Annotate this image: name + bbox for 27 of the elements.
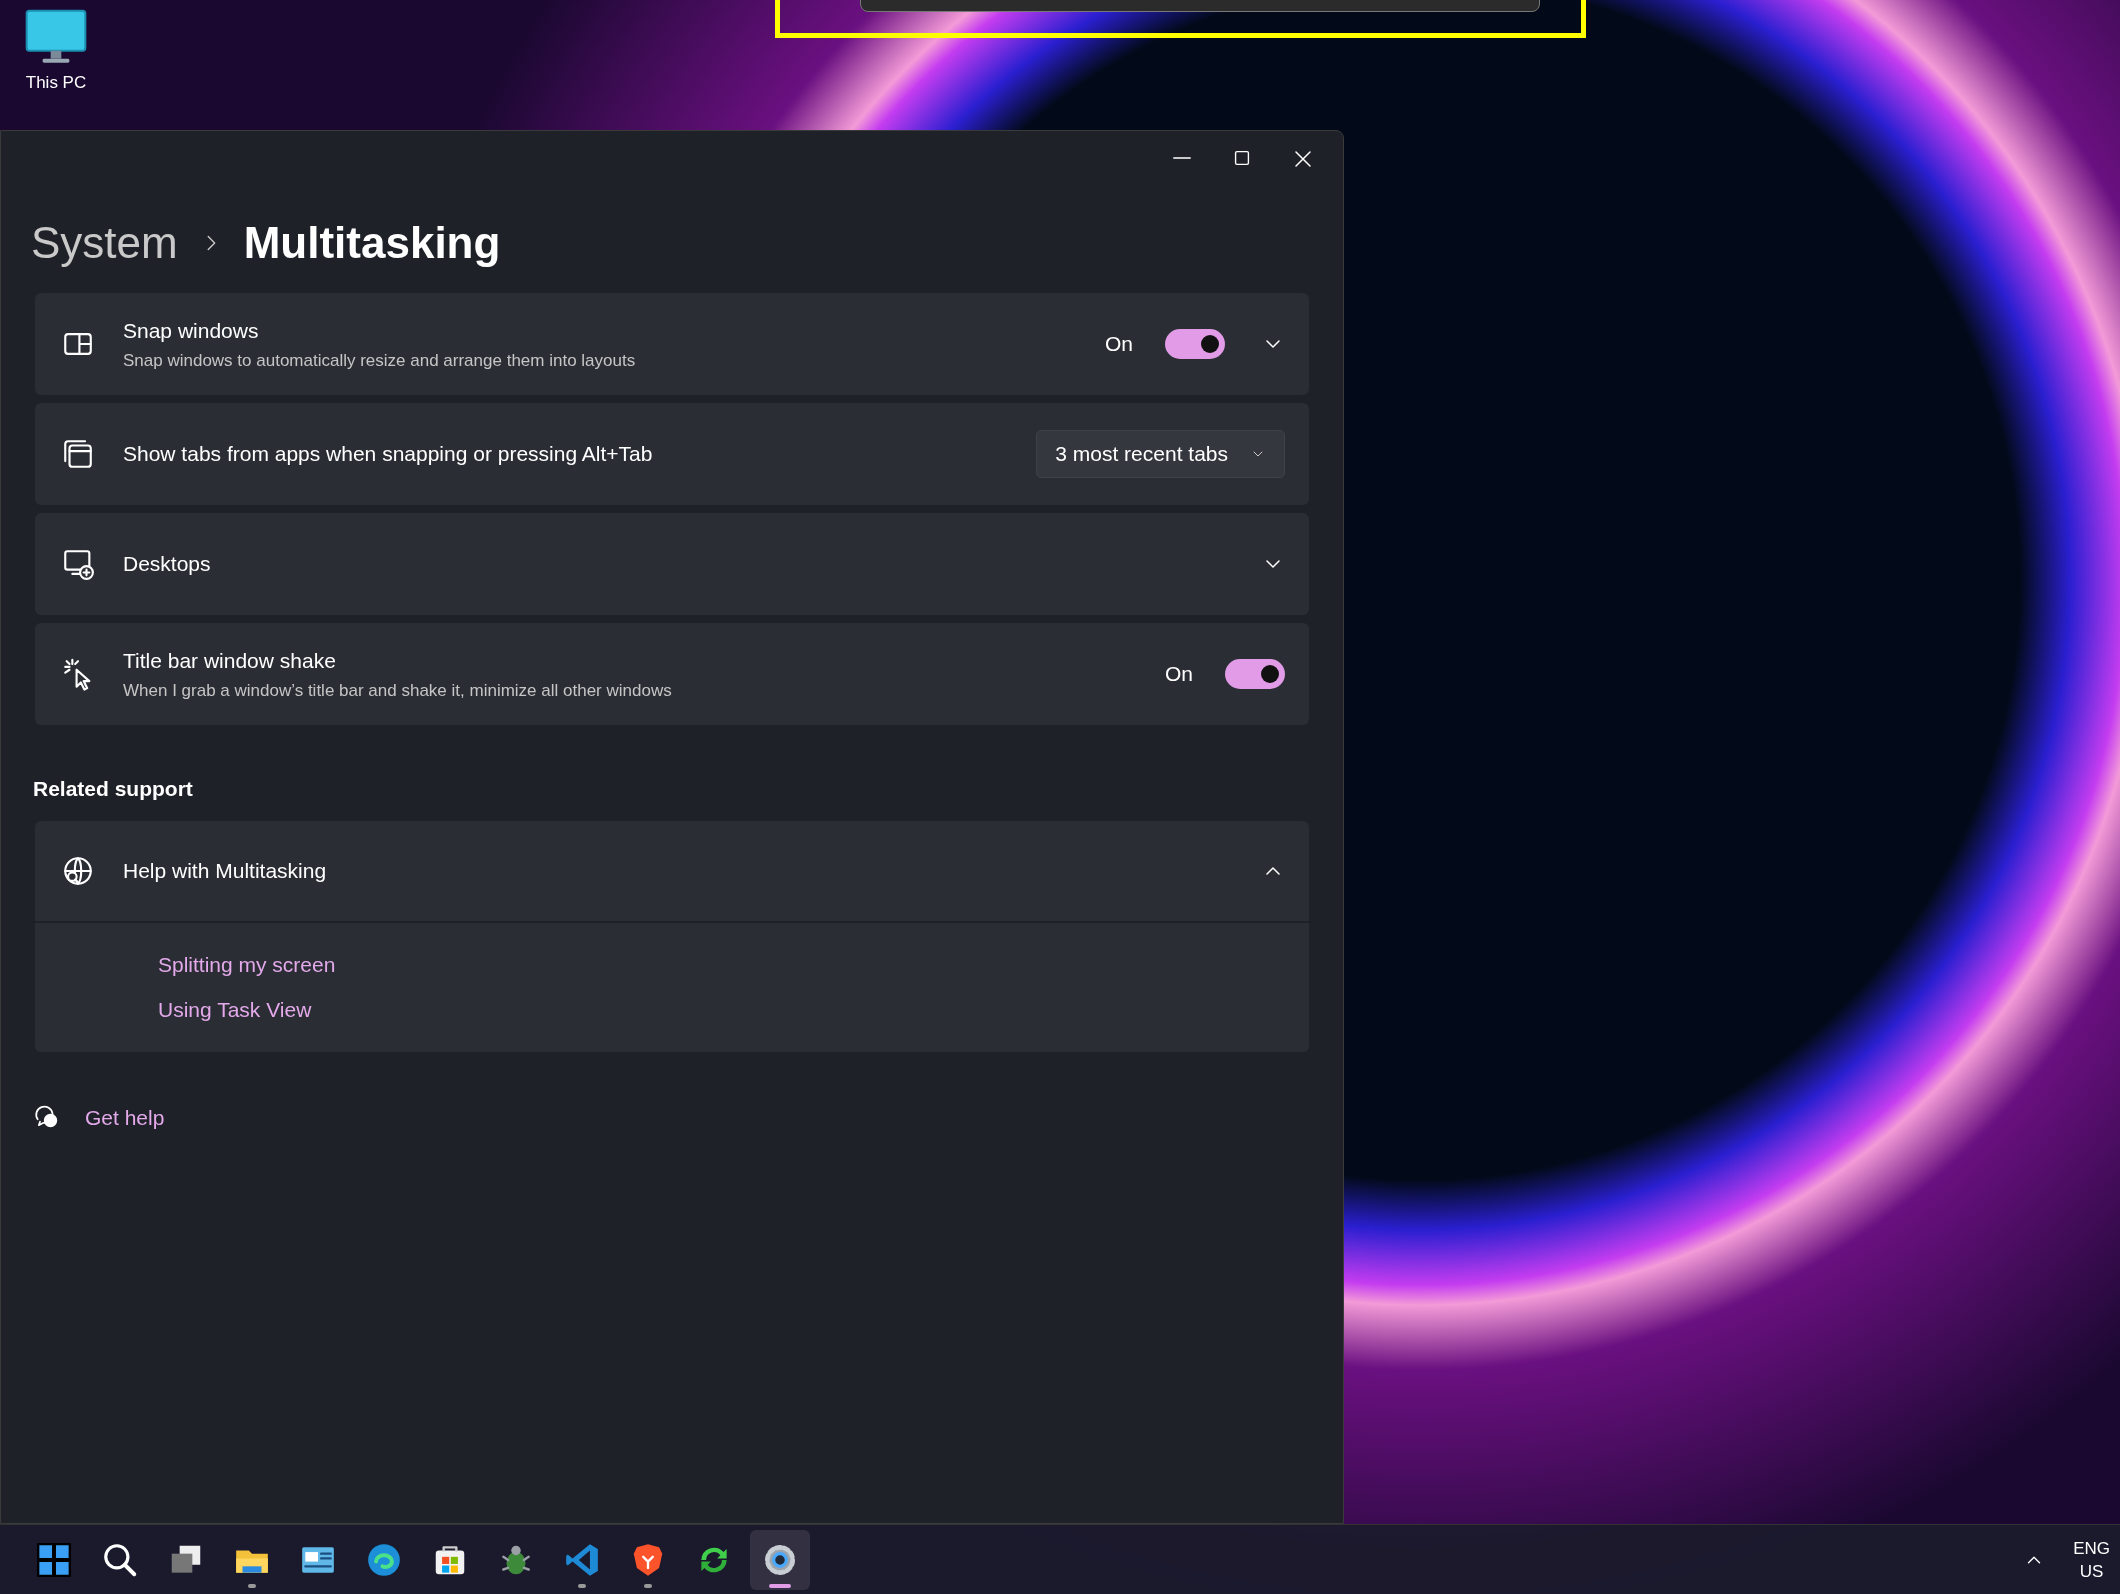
toggle-switch[interactable] xyxy=(1225,659,1285,689)
help-link[interactable]: Splitting my screen xyxy=(158,948,336,980)
get-help-link[interactable]: Get help xyxy=(85,1101,165,1133)
setting-title: Snap windows xyxy=(123,317,260,344)
setting-title: Title bar window shake xyxy=(123,647,337,674)
toggle-state-label: On xyxy=(1105,331,1133,358)
search-icon xyxy=(101,1541,139,1579)
taskbar-app-button[interactable] xyxy=(750,1530,810,1590)
language-indicator[interactable]: ENG US xyxy=(2073,1537,2110,1583)
section-heading: Related support xyxy=(32,776,194,802)
setting-description: When I grab a window’s title bar and shake it, minimize all other windows xyxy=(123,680,673,702)
breadcrumb-parent[interactable]: System xyxy=(31,221,178,265)
toggle-state-label: On xyxy=(1165,661,1193,688)
page-title: Multitasking xyxy=(243,221,501,265)
setting-description: Snap windows to automatically resize and arrange them into layouts xyxy=(123,350,637,372)
setting-title: Show tabs from apps when snapping or pressing Alt+Tab xyxy=(123,441,654,468)
desktop-icon-label[interactable]: This PC xyxy=(25,70,87,96)
tabs-dropdown[interactable]: 3 most recent tabs xyxy=(1036,430,1285,478)
setting-title: Desktops xyxy=(123,551,212,578)
windows-logo-icon xyxy=(35,1541,73,1579)
help-title: Help with Multitasking xyxy=(123,857,328,884)
toggle-switch[interactable] xyxy=(1165,329,1225,359)
monitor-plus-icon xyxy=(61,547,95,581)
help-link[interactable]: Using Task View xyxy=(158,994,312,1026)
swirl-globe-icon xyxy=(365,1541,403,1579)
stacked-windows-icon xyxy=(61,437,95,471)
monitor-icon[interactable] xyxy=(24,8,88,64)
